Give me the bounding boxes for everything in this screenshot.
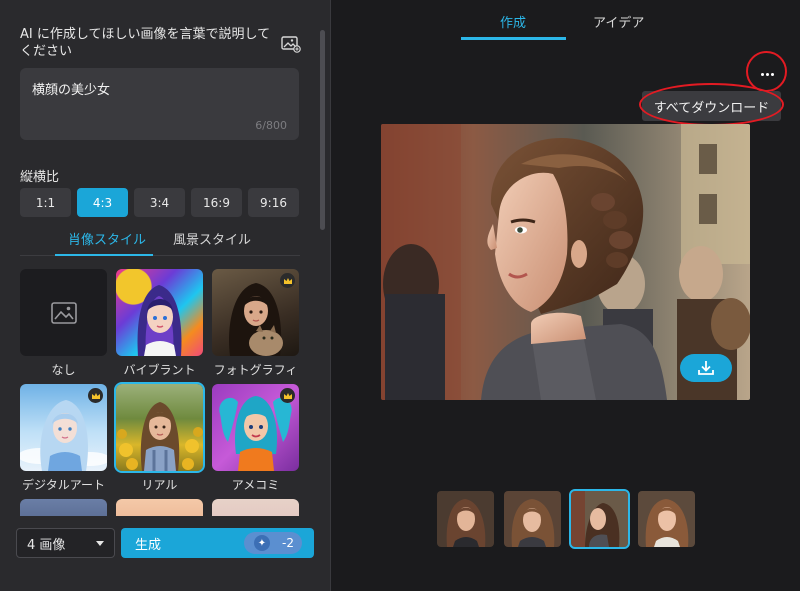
highlight-ellipse bbox=[639, 83, 784, 126]
download-icon bbox=[698, 361, 714, 375]
style-card-real[interactable]: リアル bbox=[114, 382, 205, 493]
ratio-1-1-button[interactable]: 1:1 bbox=[20, 188, 71, 217]
credit-cost-badge: ✦ -2 bbox=[244, 532, 302, 554]
thumb-art bbox=[437, 491, 494, 547]
style-card-row3-2[interactable] bbox=[116, 499, 203, 516]
style-label: アメコミ bbox=[231, 478, 280, 492]
thumb-art bbox=[638, 491, 695, 547]
style-label: フォトグラフィ bbox=[213, 363, 298, 377]
active-tab-indicator bbox=[461, 37, 566, 40]
crown-icon bbox=[88, 388, 103, 403]
style-card-vibrant[interactable]: バイブラント bbox=[116, 269, 203, 378]
style-thumb[interactable] bbox=[116, 499, 203, 516]
bottom-bar: 4 画像 生成 ✦ -2 bbox=[0, 518, 330, 591]
style-thumb[interactable] bbox=[114, 382, 205, 473]
generate-label: 生成 bbox=[135, 537, 162, 553]
tab-create[interactable]: 作成 bbox=[500, 12, 526, 31]
result-thumbnail-2[interactable] bbox=[504, 491, 561, 547]
ratio-16-9-button[interactable]: 16:9 bbox=[191, 188, 242, 217]
image-count-select[interactable]: 4 画像 bbox=[16, 528, 115, 558]
style-thumb[interactable] bbox=[212, 384, 299, 471]
image-add-icon[interactable] bbox=[281, 36, 301, 53]
ratio-3-4-button[interactable]: 3:4 bbox=[134, 188, 185, 217]
style-card-american-comic[interactable]: アメコミ bbox=[212, 384, 299, 493]
result-thumbnail-1[interactable] bbox=[437, 491, 494, 547]
style-thumb[interactable] bbox=[20, 269, 107, 356]
thumb-art bbox=[571, 491, 628, 547]
prompt-title: AI に作成してほしい画像を言葉で説明してください bbox=[20, 27, 271, 59]
tab-ideas[interactable]: アイデア bbox=[593, 12, 644, 31]
style-card-row3-1[interactable] bbox=[20, 499, 107, 516]
scrollbar[interactable] bbox=[320, 30, 325, 230]
style-label: デジタルアート bbox=[21, 478, 106, 492]
result-thumbnail-3[interactable] bbox=[569, 489, 630, 549]
thumb-art bbox=[504, 491, 561, 547]
vibrant-portrait-art bbox=[137, 285, 182, 356]
active-tab-indicator bbox=[55, 254, 153, 256]
tab-portrait-style[interactable]: 肖像スタイル bbox=[68, 229, 146, 248]
style-grid: なし バイブラント フォトグラフィ デジタルアート リアル アメコミ bbox=[20, 269, 300, 516]
style-card-row3-3[interactable] bbox=[212, 499, 299, 516]
style-card-photography[interactable]: フォトグラフィ bbox=[212, 269, 299, 378]
style-card-digital-art[interactable]: デジタルアート bbox=[20, 384, 107, 493]
credit-icon: ✦ bbox=[254, 535, 270, 551]
ratio-4-3-button[interactable]: 4:3 bbox=[77, 188, 128, 217]
image-count-value: 4 画像 bbox=[27, 537, 66, 553]
download-button[interactable] bbox=[680, 354, 732, 382]
tab-landscape-style[interactable]: 風景スタイル bbox=[173, 229, 251, 248]
ratio-label: 縦横比 bbox=[20, 170, 60, 185]
style-label: バイブラント bbox=[123, 363, 196, 377]
style-thumb[interactable] bbox=[20, 384, 107, 471]
chevron-down-icon bbox=[96, 541, 104, 546]
result-thumbnail-4[interactable] bbox=[638, 491, 695, 547]
style-thumb[interactable] bbox=[212, 269, 299, 356]
style-thumb[interactable] bbox=[20, 499, 107, 516]
style-thumb[interactable] bbox=[116, 269, 203, 356]
prompt-textarea[interactable]: 横顔の美少女 6/800 bbox=[20, 68, 299, 140]
image-placeholder-icon bbox=[50, 301, 77, 324]
char-counter: 6/800 bbox=[255, 119, 287, 132]
credit-cost: -2 bbox=[282, 536, 294, 550]
left-panel: AI に作成してほしい画像を言葉で説明してください 横顔の美少女 6/800 縦… bbox=[0, 0, 331, 591]
generate-button[interactable]: 生成 ✦ -2 bbox=[121, 528, 314, 558]
real-portrait-art bbox=[117, 402, 203, 471]
crown-icon bbox=[280, 388, 295, 403]
style-tabs: 肖像スタイル 風景スタイル bbox=[20, 226, 300, 256]
style-thumb[interactable] bbox=[212, 499, 299, 516]
style-label: なし bbox=[51, 363, 76, 377]
style-label: リアル bbox=[141, 478, 178, 492]
prompt-text[interactable]: 横顔の美少女 bbox=[32, 79, 287, 98]
ratio-9-16-button[interactable]: 9:16 bbox=[248, 188, 299, 217]
ratio-options: 1:1 4:3 3:4 16:9 9:16 bbox=[20, 188, 303, 217]
top-tabs: 作成 アイデア bbox=[461, 0, 671, 40]
style-card-none[interactable]: なし bbox=[20, 269, 107, 378]
crown-icon bbox=[280, 273, 295, 288]
